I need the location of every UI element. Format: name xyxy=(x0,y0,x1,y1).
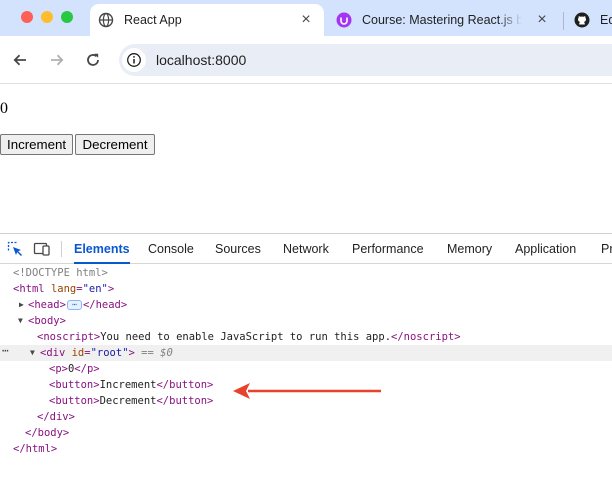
expand-triangle-icon[interactable]: ▶ xyxy=(19,297,24,313)
devtools-panel: Elements Console Sources Network Perform… xyxy=(0,233,612,484)
devtools-tab-sources[interactable]: Sources xyxy=(215,234,261,264)
url-text[interactable]: localhost:8000 xyxy=(156,52,246,68)
arrow-left-icon xyxy=(13,54,26,66)
tag-text: <noscript> xyxy=(37,331,101,343)
annotation-arrow-icon xyxy=(233,383,381,399)
tag-text: <body> xyxy=(28,315,66,327)
attr-name: lang xyxy=(50,283,77,295)
maximize-window-button[interactable] xyxy=(61,11,73,23)
devtools-tab-memory[interactable]: Memory xyxy=(447,234,492,264)
devtools-tab-network[interactable]: Network xyxy=(283,234,329,264)
tag-text: <div xyxy=(40,347,72,359)
tree-node-doctype[interactable]: <!DOCTYPE html> xyxy=(0,265,612,281)
course-icon xyxy=(336,12,352,28)
button-text: Increment xyxy=(99,379,157,391)
minimize-window-button[interactable] xyxy=(41,11,53,23)
tag-text: </body> xyxy=(25,427,70,439)
reload-icon xyxy=(87,53,99,66)
tab-title: Ed xyxy=(600,13,612,27)
tag-bracket: > xyxy=(107,283,115,295)
tag-text: <head> xyxy=(28,299,66,311)
tab-separator xyxy=(563,12,564,30)
devtools-tab-elements[interactable]: Elements xyxy=(74,234,130,264)
globe-icon xyxy=(98,12,114,28)
toolbar-divider xyxy=(61,241,62,257)
decrement-button[interactable]: Decrement xyxy=(75,134,155,155)
tag-text: </html> xyxy=(13,443,58,455)
tune-icon xyxy=(127,53,141,67)
close-window-button[interactable] xyxy=(21,11,33,23)
close-icon[interactable]: × xyxy=(298,12,314,28)
counter-value: 0 xyxy=(0,100,8,117)
dom-tree: <!DOCTYPE html> <html lang="en"> ▶ <head… xyxy=(0,265,612,484)
button-text: Decrement xyxy=(99,395,157,407)
attr-value: "root" xyxy=(90,347,129,359)
reload-button[interactable] xyxy=(81,48,105,72)
console-ref: $0 xyxy=(160,347,173,359)
devtools-tab-more[interactable]: Pr xyxy=(601,234,612,264)
tree-node-body-close[interactable]: </body> xyxy=(0,425,612,441)
tree-node-head[interactable]: ▶ <head> ⋯ </head> xyxy=(0,297,612,313)
collapse-triangle-icon[interactable]: ▼ xyxy=(18,313,23,329)
browser-toolbar: localhost:8000 xyxy=(0,36,612,84)
arrow-right-icon xyxy=(51,54,64,66)
doctype-text: <!DOCTYPE html> xyxy=(13,267,108,279)
head-tag: <head> ⋯ </head> xyxy=(28,297,127,313)
tag-text: <html xyxy=(13,283,51,295)
tag-text: </button> xyxy=(156,395,214,407)
tag-text: </div> xyxy=(37,411,75,423)
tag-text: <button> xyxy=(49,395,100,407)
tab-react-app[interactable]: React App × xyxy=(90,4,324,36)
address-bar[interactable]: localhost:8000 xyxy=(119,44,612,76)
devtools-tab-console[interactable]: Console xyxy=(148,234,194,264)
inspect-element-icon[interactable] xyxy=(6,240,24,258)
more-options-icon[interactable]: ⋯ xyxy=(2,343,9,359)
close-icon[interactable]: × xyxy=(534,12,550,28)
tab-title: React App xyxy=(124,13,182,27)
tree-node-p[interactable]: <p>0</p> xyxy=(0,361,612,377)
collapsed-content-badge[interactable]: ⋯ xyxy=(66,300,82,310)
tag-text: <p> xyxy=(49,363,68,375)
increment-button[interactable]: Increment xyxy=(0,134,73,155)
back-button[interactable] xyxy=(8,48,32,72)
attr-name: id xyxy=(71,347,85,359)
tree-node-div-close[interactable]: </div> xyxy=(0,409,612,425)
tree-node-html-close[interactable]: </html> xyxy=(0,441,612,457)
tab-strip: React App × Course: Mastering React.js b… xyxy=(0,0,612,36)
tag-text: </noscript> xyxy=(391,331,461,343)
tab-github[interactable]: Ed xyxy=(568,4,612,36)
site-info-button[interactable] xyxy=(122,48,146,72)
tag-text: </button> xyxy=(156,379,214,391)
tab-course[interactable]: Course: Mastering React.js by × xyxy=(330,4,562,36)
tag-text: <button> xyxy=(49,379,100,391)
tree-node-body[interactable]: ▼ <body> xyxy=(0,313,612,329)
github-icon xyxy=(574,12,590,28)
tag-text: </p> xyxy=(74,363,100,375)
collapse-triangle-icon[interactable]: ▼ xyxy=(30,345,35,361)
devtools-tab-performance[interactable]: Performance xyxy=(352,234,424,264)
tree-node-div-root[interactable]: ⋯ ▼ <div id="root"> == $0 xyxy=(0,343,612,361)
attr-value: "en" xyxy=(82,283,108,295)
selected-marker: == xyxy=(134,347,161,359)
noscript-text: You need to enable JavaScript to run thi… xyxy=(100,331,392,343)
tab-title: Course: Mastering React.js by xyxy=(362,13,522,27)
devtools-tab-bar: Elements Console Sources Network Perform… xyxy=(0,234,612,264)
device-toolbar-icon[interactable] xyxy=(33,240,51,258)
tag-text: </head> xyxy=(82,299,128,311)
tree-node-html[interactable]: <html lang="en"> xyxy=(0,281,612,297)
tree-node-noscript[interactable]: <noscript>You need to enable JavaScript … xyxy=(0,329,612,345)
devtools-tab-application[interactable]: Application xyxy=(515,234,576,264)
page-viewport: 0 Increment Decrement xyxy=(0,85,612,233)
forward-button[interactable] xyxy=(45,48,69,72)
html-open-tag: <html lang="en"> xyxy=(13,281,114,297)
